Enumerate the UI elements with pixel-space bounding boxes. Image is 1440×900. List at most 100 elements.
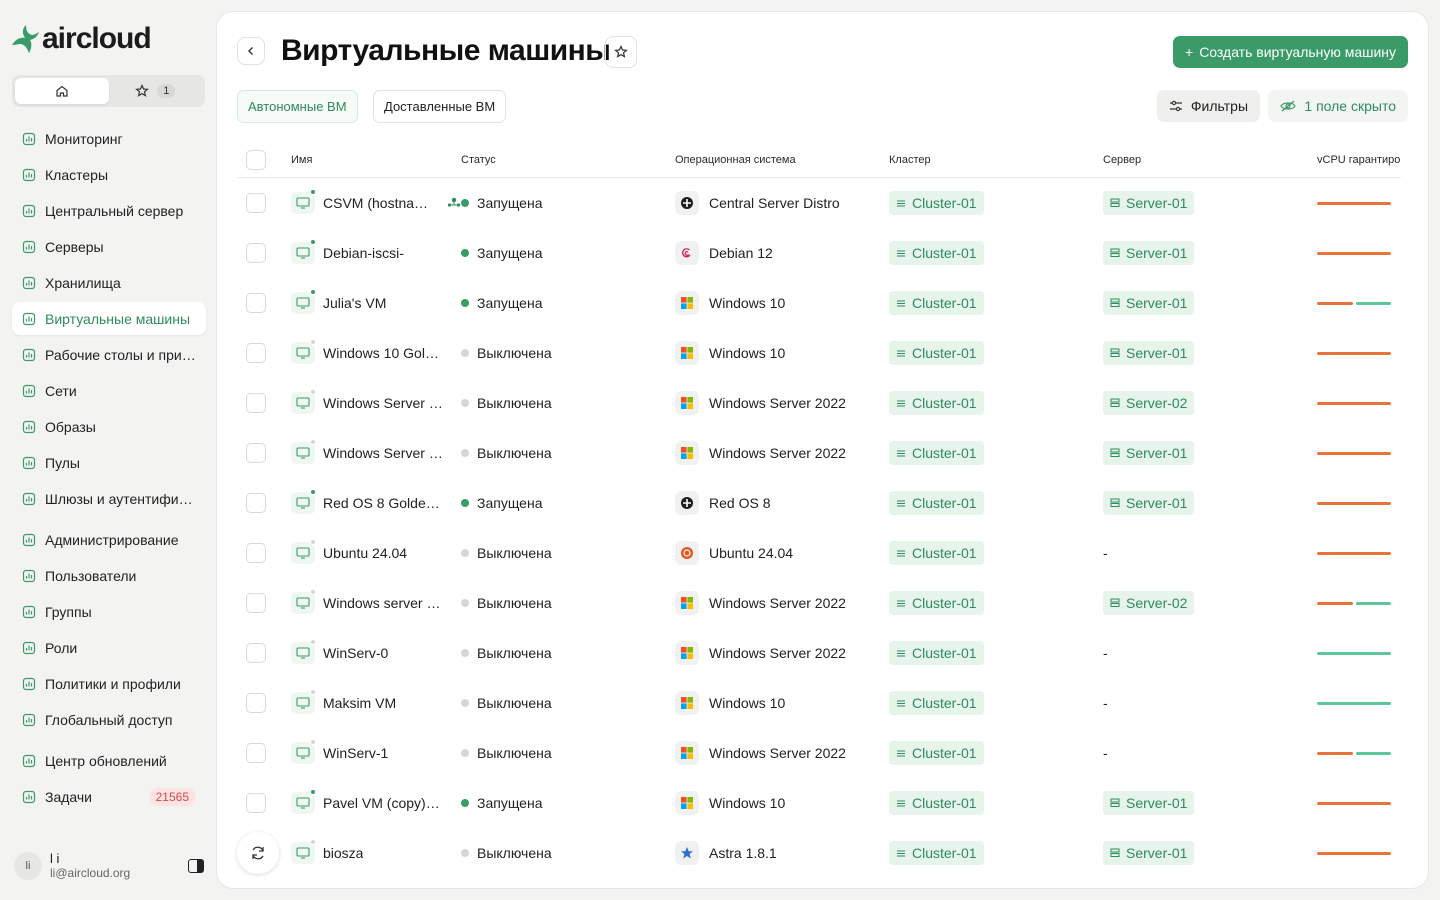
home-tab[interactable] xyxy=(15,78,109,104)
sidebar-item-16[interactable]: Глобальный доступ xyxy=(12,703,206,736)
vm-name-cell[interactable]: CSVM (hostname-d) xyxy=(291,189,461,214)
row-checkbox[interactable] xyxy=(246,443,266,463)
cluster-chip[interactable]: Cluster-01 xyxy=(889,841,984,865)
sidebar-item-1[interactable]: Кластеры xyxy=(12,158,206,191)
sidebar-item-0[interactable]: Мониторинг xyxy=(12,122,206,155)
sidebar-item-17[interactable]: Центр обновлений xyxy=(12,744,206,777)
sidebar-item-5[interactable]: Виртуальные машины xyxy=(12,302,206,335)
server-chip[interactable]: Server-02 xyxy=(1103,391,1195,415)
sidebar-item-4[interactable]: Хранилища xyxy=(12,266,206,299)
row-checkbox[interactable] xyxy=(246,693,266,713)
filters-button[interactable]: Фильтры xyxy=(1156,90,1260,122)
vm-name[interactable]: biosza xyxy=(323,845,363,861)
table-row[interactable]: Windows 10 Golden Image Выключена Windows … xyxy=(237,328,1401,378)
vm-name-cell[interactable]: Debian-iscsi- xyxy=(291,239,461,264)
vm-name[interactable]: Windows Server 2022 Golden xyxy=(323,395,443,411)
vm-name-cell[interactable]: Maksim VM xyxy=(291,689,461,714)
table-row[interactable]: Julia's VM Запущена Windows 10 Cluster-01 Se… xyxy=(237,278,1401,328)
vm-name[interactable]: Pavel VM (copy) de xyxy=(323,795,443,811)
vm-name[interactable]: Debian-iscsi- xyxy=(323,245,404,261)
cluster-chip[interactable]: Cluster-01 xyxy=(889,291,984,315)
sidebar-item-10[interactable]: Шлюзы и аутентифика... xyxy=(12,482,206,515)
vm-name-cell[interactable]: Windows 10 Golden Image xyxy=(291,339,461,364)
collapse-sidebar-icon[interactable] xyxy=(188,859,204,874)
sidebar-item-15[interactable]: Политики и профили xyxy=(12,667,206,700)
server-chip[interactable]: Server-01 xyxy=(1103,241,1195,265)
refresh-button[interactable] xyxy=(237,832,279,874)
vm-name[interactable]: Red OS 8 Golden Image xyxy=(323,495,443,511)
vm-name-cell[interactable]: biosza xyxy=(291,839,461,864)
row-checkbox[interactable] xyxy=(246,743,266,763)
sidebar-item-18[interactable]: Задачи 21565 xyxy=(12,780,206,813)
column-header-os[interactable]: Операционная система xyxy=(675,154,889,166)
table-row[interactable]: WinServ-0 Выключена Windows Server 2022 Clu… xyxy=(237,628,1401,678)
server-chip[interactable]: Server-01 xyxy=(1103,191,1195,215)
table-row[interactable]: WinServ-1 Выключена Windows Server 2022 Clu… xyxy=(237,728,1401,778)
row-checkbox[interactable] xyxy=(246,243,266,263)
server-chip[interactable]: Server-01 xyxy=(1103,341,1195,365)
table-row[interactable]: biosza Выключена Astra 1.8.1 Cluster-01 Serv… xyxy=(237,828,1401,878)
sidebar-item-14[interactable]: Роли xyxy=(12,631,206,664)
vm-name[interactable]: CSVM (hostname-d) xyxy=(323,195,437,211)
sidebar-item-13[interactable]: Группы xyxy=(12,595,206,628)
select-all-checkbox[interactable] xyxy=(246,149,266,170)
server-chip[interactable]: Server-02 xyxy=(1103,591,1195,615)
vm-name[interactable]: Windows server fast xyxy=(323,595,443,611)
vm-name-cell[interactable]: Pavel VM (copy) de xyxy=(291,789,461,814)
cluster-chip[interactable]: Cluster-01 xyxy=(889,541,984,565)
vm-name-cell[interactable]: Windows server fast xyxy=(291,589,461,614)
server-chip[interactable]: Server-01 xyxy=(1103,291,1195,315)
tab-standalone-vms[interactable]: Автономные ВМ xyxy=(237,90,358,123)
cluster-chip[interactable]: Cluster-01 xyxy=(889,491,984,515)
vm-name[interactable]: WinServ-1 xyxy=(323,745,388,761)
table-row[interactable]: Pavel VM (copy) de Запущена Windows 10 Clus… xyxy=(237,778,1401,828)
server-chip[interactable]: Server-01 xyxy=(1103,441,1195,465)
table-row[interactable]: Windows Server 2022 Template Выключена Win… xyxy=(237,428,1401,478)
favorites-tab[interactable]: 1 xyxy=(109,78,203,104)
sidebar-item-6[interactable]: Рабочие столы и прил... xyxy=(12,338,206,371)
row-checkbox[interactable] xyxy=(246,343,266,363)
table-row[interactable]: Debian-iscsi- Запущена Debian 12 Cluster-01… xyxy=(237,228,1401,278)
row-checkbox[interactable] xyxy=(246,293,266,313)
cluster-chip[interactable]: Cluster-01 xyxy=(889,791,984,815)
user-profile[interactable]: li l i li@aircloud.org xyxy=(14,851,204,881)
table-row[interactable]: Red OS 8 Golden Image Запущена Red OS 8 Clu… xyxy=(237,478,1401,528)
row-checkbox[interactable] xyxy=(246,593,266,613)
sidebar-item-7[interactable]: Сети xyxy=(12,374,206,407)
column-header-server[interactable]: Сервер xyxy=(1103,154,1317,166)
table-row[interactable]: Windows Server 2022 Golden Выключена Windo… xyxy=(237,378,1401,428)
column-header-cluster[interactable]: Кластер xyxy=(889,154,1103,166)
table-row[interactable]: CSVM (hostname-d) Запущена Central Server … xyxy=(237,178,1401,228)
table-row[interactable]: Maksim VM Выключена Windows 10 Cluster-01 - xyxy=(237,678,1401,728)
tab-delivered-vms[interactable]: Доставленные ВМ xyxy=(373,90,507,123)
sidebar-item-8[interactable]: Образы xyxy=(12,410,206,443)
cluster-chip[interactable]: Cluster-01 xyxy=(889,191,984,215)
vm-name[interactable]: Windows 10 Golden Image xyxy=(323,345,443,361)
table-row[interactable]: Ubuntu 24.04 Выключена Ubuntu 24.04 Cluster… xyxy=(237,528,1401,578)
vm-name-cell[interactable]: Julia's VM xyxy=(291,289,461,314)
vm-name-cell[interactable]: Ubuntu 24.04 xyxy=(291,539,461,564)
cluster-chip[interactable]: Cluster-01 xyxy=(889,641,984,665)
column-header-name[interactable]: Имя xyxy=(291,154,461,166)
back-button[interactable] xyxy=(237,37,265,65)
sidebar-item-11[interactable]: Администрирование xyxy=(12,523,206,556)
sidebar-item-12[interactable]: Пользователи xyxy=(12,559,206,592)
column-header-vcpu[interactable]: vCPU гарантиро xyxy=(1317,154,1401,166)
cluster-chip[interactable]: Cluster-01 xyxy=(889,241,984,265)
row-checkbox[interactable] xyxy=(246,543,266,563)
sidebar-item-9[interactable]: Пулы xyxy=(12,446,206,479)
vm-name-cell[interactable]: Red OS 8 Golden Image xyxy=(291,489,461,514)
vm-name-cell[interactable]: WinServ-1 xyxy=(291,739,461,764)
row-checkbox[interactable] xyxy=(246,793,266,813)
cluster-chip[interactable]: Cluster-01 xyxy=(889,341,984,365)
sidebar-item-2[interactable]: Центральный сервер xyxy=(12,194,206,227)
server-chip[interactable]: Server-01 xyxy=(1103,841,1195,865)
favorite-button[interactable] xyxy=(605,36,637,68)
row-checkbox[interactable] xyxy=(246,493,266,513)
vm-name[interactable]: Ubuntu 24.04 xyxy=(323,545,407,561)
cluster-chip[interactable]: Cluster-01 xyxy=(889,391,984,415)
vm-name[interactable]: Windows Server 2022 Template xyxy=(323,445,443,461)
logo[interactable]: aircloud xyxy=(10,22,152,56)
column-header-status[interactable]: Статус xyxy=(461,154,675,166)
server-chip[interactable]: Server-01 xyxy=(1103,791,1195,815)
